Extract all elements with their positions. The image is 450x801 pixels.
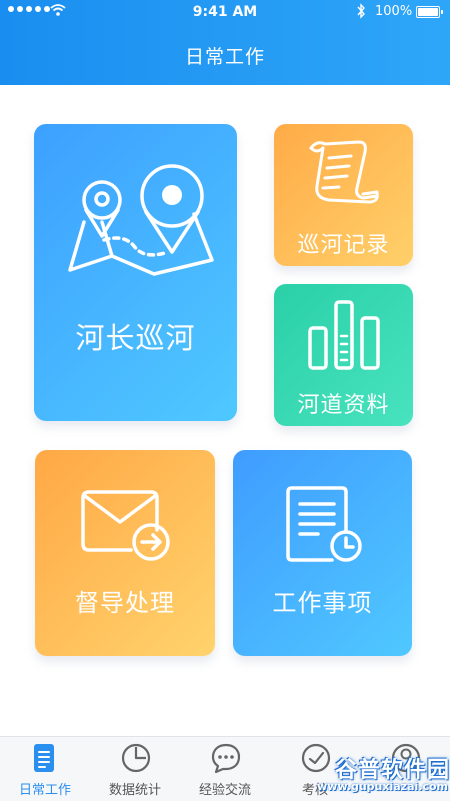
- tab-label: 经验交流: [198, 783, 251, 798]
- battery-percent: 100%: [375, 4, 413, 19]
- tab-label: 日常工作: [18, 783, 71, 798]
- scroll-document-icon: [309, 140, 379, 204]
- status-bar: 9:41 AM 100%: [0, 0, 450, 24]
- document-icon: [34, 744, 54, 772]
- tile-river-patrol[interactable]: 河长巡河: [34, 124, 237, 421]
- tab-label: 数据统计: [108, 783, 161, 798]
- battery-icon: [416, 6, 443, 18]
- page-title: 日常工作: [184, 46, 265, 68]
- watermark: 谷普软件园 www.gupuxiazai.com: [308, 752, 450, 798]
- map-pin-route-icon: [68, 164, 214, 276]
- tile-river-data[interactable]: 河道资料: [274, 284, 413, 426]
- bar-chart-icon: [308, 300, 380, 370]
- tile-patrol-records[interactable]: 巡河记录: [274, 124, 413, 266]
- tab-experience-exchange[interactable]: 经验交流: [180, 737, 270, 801]
- bluetooth-icon: [357, 3, 365, 19]
- mail-forward-icon: [81, 490, 170, 561]
- tab-statistics[interactable]: 数据统计: [90, 737, 180, 801]
- tile-label: 工作事项: [272, 589, 373, 617]
- tab-daily-work[interactable]: 日常工作: [0, 737, 90, 801]
- tile-label: 督导处理: [75, 589, 175, 617]
- pie-clock-icon: [121, 743, 151, 773]
- chat-bubble-icon: [211, 743, 241, 774]
- watermark-url: www.gupuxiazai.com: [317, 780, 448, 793]
- tile-label: 河道资料: [297, 393, 390, 418]
- document-clock-icon: [286, 486, 362, 562]
- header: 9:41 AM 100% 日常工作: [0, 0, 450, 85]
- tile-label: 巡河记录: [297, 233, 390, 258]
- tile-label: 河长巡河: [75, 321, 196, 355]
- tile-supervision[interactable]: 督导处理: [35, 450, 215, 656]
- tile-work-items[interactable]: 工作事项: [233, 450, 412, 656]
